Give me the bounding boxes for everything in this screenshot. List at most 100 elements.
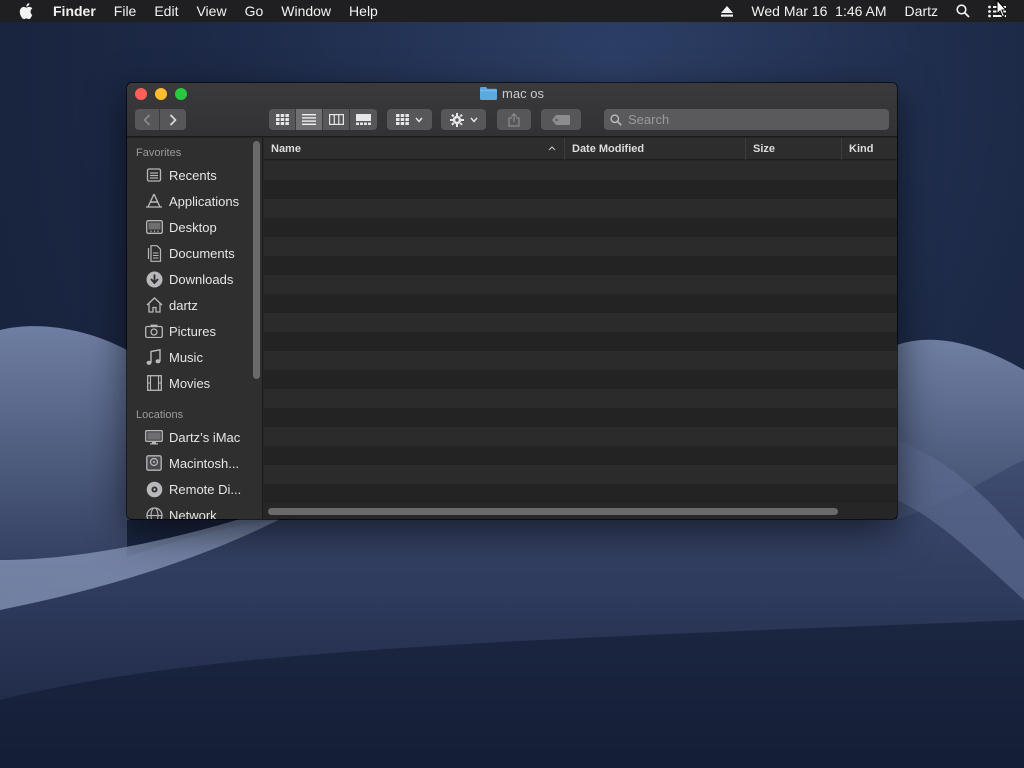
pictures-icon bbox=[144, 322, 164, 340]
sidebar-item-imac[interactable]: Dartz’s iMac bbox=[144, 426, 256, 448]
spotlight-search-icon[interactable] bbox=[947, 4, 979, 18]
tag-icon bbox=[552, 114, 570, 125]
edit-tags-button[interactable] bbox=[541, 109, 581, 130]
window-title: mac os bbox=[127, 86, 897, 101]
share-button[interactable] bbox=[497, 109, 531, 130]
menu-window[interactable]: Window bbox=[272, 0, 340, 22]
sidebar-locations-header: Locations bbox=[136, 409, 184, 421]
sidebar-scrollbar[interactable] bbox=[253, 141, 260, 379]
empty-row bbox=[264, 484, 897, 503]
sidebar-item-label: Movies bbox=[169, 375, 211, 391]
empty-row bbox=[264, 218, 897, 237]
eject-icon[interactable] bbox=[712, 5, 742, 17]
menu-edit[interactable]: Edit bbox=[145, 0, 187, 22]
empty-row bbox=[264, 161, 897, 180]
network-icon bbox=[144, 506, 164, 519]
chevron-right-icon bbox=[169, 113, 177, 126]
sort-ascending-icon bbox=[548, 146, 556, 151]
empty-row bbox=[264, 389, 897, 408]
sidebar-item-downloads[interactable]: Downloads bbox=[144, 268, 256, 290]
sidebar-item-label: Downloads bbox=[169, 271, 234, 287]
imac-icon bbox=[144, 428, 164, 446]
file-list: Name Date Modified Size Kind bbox=[264, 138, 897, 519]
sidebar-item-macintosh-hd[interactable]: Macintosh... bbox=[144, 452, 256, 474]
list-view-button[interactable] bbox=[296, 109, 323, 130]
menubar-user[interactable]: Dartz bbox=[896, 0, 947, 22]
empty-row bbox=[264, 180, 897, 199]
empty-row bbox=[264, 313, 897, 332]
share-icon bbox=[508, 112, 520, 127]
gear-icon bbox=[449, 112, 464, 127]
action-menu-button[interactable] bbox=[441, 109, 486, 130]
empty-row bbox=[264, 408, 897, 427]
sidebar-item-desktop[interactable]: Desktop bbox=[144, 216, 256, 238]
forward-button[interactable] bbox=[160, 109, 186, 130]
downloads-icon bbox=[144, 270, 164, 288]
sidebar-item-label: Pictures bbox=[169, 323, 216, 339]
menu-help[interactable]: Help bbox=[340, 0, 387, 22]
menu-view[interactable]: View bbox=[187, 0, 235, 22]
sidebar-item-dartz[interactable]: dartz bbox=[144, 294, 256, 316]
sidebar-item-applications[interactable]: Applications bbox=[144, 190, 256, 212]
empty-row bbox=[264, 332, 897, 351]
mouse-cursor-icon bbox=[996, 0, 1008, 18]
gallery-view-button[interactable] bbox=[350, 109, 377, 130]
window-toolbar: mac os bbox=[127, 83, 897, 137]
horizontal-scrollbar[interactable] bbox=[268, 508, 838, 515]
search-icon bbox=[610, 113, 622, 126]
empty-row bbox=[264, 275, 897, 294]
window-title-text: mac os bbox=[502, 86, 544, 101]
sidebar-favorites-header: Favorites bbox=[136, 147, 182, 159]
list-icon bbox=[302, 114, 316, 125]
empty-row bbox=[264, 199, 897, 218]
music-icon bbox=[144, 348, 164, 366]
gallery-icon bbox=[356, 114, 371, 125]
menu-file[interactable]: File bbox=[105, 0, 146, 22]
empty-row bbox=[264, 351, 897, 370]
applications-icon bbox=[144, 192, 164, 210]
sidebar-item-label: Dartz’s iMac bbox=[169, 429, 241, 445]
icon-view-button[interactable] bbox=[269, 109, 296, 130]
menubar-clock[interactable]: Wed Mar 16 1:46 AM bbox=[742, 0, 895, 22]
sidebar-item-label: Music bbox=[169, 349, 203, 365]
sidebar-item-movies[interactable]: Movies bbox=[144, 372, 256, 394]
sidebar: Favorites Recents Applications Desktop D… bbox=[127, 138, 263, 519]
desktop-icon bbox=[144, 218, 164, 236]
disk-icon bbox=[144, 454, 164, 472]
menu-bar: Finder File Edit View Go Window Help Wed… bbox=[0, 0, 1024, 22]
navigation-buttons bbox=[135, 109, 186, 130]
view-mode-segmented-control bbox=[269, 109, 377, 130]
sidebar-item-recents[interactable]: Recents bbox=[144, 164, 256, 186]
empty-row bbox=[264, 237, 897, 256]
chevron-down-icon bbox=[415, 117, 423, 123]
column-header-name[interactable]: Name bbox=[264, 138, 565, 160]
group-by-button[interactable] bbox=[387, 109, 432, 130]
home-icon bbox=[144, 296, 164, 314]
sidebar-item-label: Desktop bbox=[169, 219, 217, 235]
sidebar-item-remote-disc[interactable]: Remote Di... bbox=[144, 478, 256, 500]
menu-go[interactable]: Go bbox=[236, 0, 273, 22]
column-header-size[interactable]: Size bbox=[746, 138, 842, 160]
column-header-kind[interactable]: Kind bbox=[842, 138, 897, 160]
file-rows bbox=[264, 161, 897, 506]
apple-menu-icon[interactable] bbox=[19, 2, 37, 20]
folder-icon bbox=[480, 87, 498, 100]
menu-finder[interactable]: Finder bbox=[53, 0, 105, 22]
chevron-left-icon bbox=[143, 113, 151, 126]
sidebar-item-label: Network bbox=[169, 507, 217, 520]
sidebar-item-network[interactable]: Network bbox=[144, 504, 256, 519]
search-field[interactable] bbox=[604, 109, 889, 130]
column-header-date-modified[interactable]: Date Modified bbox=[565, 138, 746, 160]
sidebar-item-label: dartz bbox=[169, 297, 198, 313]
column-view-button[interactable] bbox=[323, 109, 350, 130]
sidebar-item-label: Macintosh... bbox=[169, 455, 240, 471]
sidebar-item-music[interactable]: Music bbox=[144, 346, 256, 368]
sidebar-item-pictures[interactable]: Pictures bbox=[144, 320, 256, 342]
grid-icon bbox=[275, 114, 289, 125]
search-input[interactable] bbox=[628, 112, 828, 127]
finder-window: mac os Search Favorites Recents Applicat… bbox=[127, 83, 897, 519]
empty-row bbox=[264, 294, 897, 313]
back-button[interactable] bbox=[135, 109, 160, 130]
sidebar-item-documents[interactable]: Documents bbox=[144, 242, 256, 264]
empty-row bbox=[264, 465, 897, 484]
